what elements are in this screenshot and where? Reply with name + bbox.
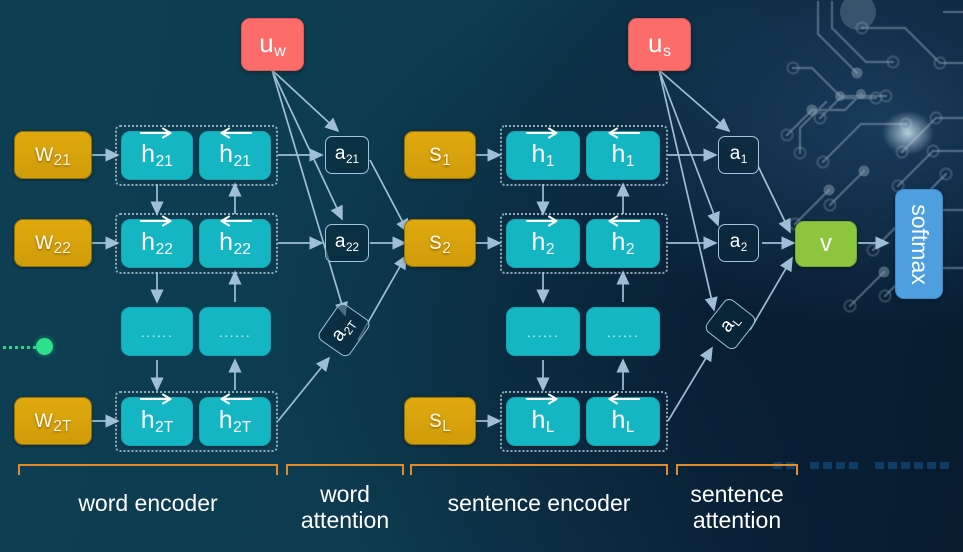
node-label: w2T (34, 405, 72, 436)
node-label: hL (526, 393, 558, 436)
word-attention-a21[interactable]: a21 (325, 136, 369, 174)
ellipsis-label: ...... (140, 323, 174, 340)
word-hidden-fwd-ellipsis: ...... (121, 307, 193, 356)
node-label: h2T (140, 393, 173, 436)
node-label: w21 (35, 139, 71, 170)
word-hidden-fwd-h2T[interactable]: h2T (121, 393, 193, 446)
sentence-input-s2[interactable]: s2 (404, 219, 476, 267)
word-input-w2T[interactable]: w2T (14, 397, 92, 445)
left-arrow-overline-icon (220, 393, 252, 405)
right-arrow-overline-icon (526, 393, 558, 405)
node-label: sL (429, 405, 451, 436)
node-label: a2T (327, 318, 360, 346)
left-arrow-overline-icon (608, 393, 640, 405)
caption-word-attention: word attention (283, 481, 407, 533)
sentence-hidden-bwd-hL[interactable]: hL (586, 393, 660, 446)
node-label: uw (259, 27, 286, 61)
caption-line-2: attention (692, 506, 782, 533)
node-label: us (647, 27, 672, 61)
sentence-hidden-fwd-h2[interactable]: h2 (506, 215, 580, 268)
node-label: h21 (219, 127, 252, 170)
word-hidden-bwd-h2T[interactable]: h2T (199, 393, 271, 446)
caption-word-encoder: word encoder (18, 490, 278, 516)
sentence-hidden-bwd-h2[interactable]: h2 (586, 215, 660, 268)
sentence-hidden-bwd-ellipsis: ...... (586, 307, 660, 356)
bracket-word-attention (286, 464, 404, 475)
node-label: a21 (334, 143, 360, 166)
node-label: aL (715, 315, 745, 337)
node-label: a1 (729, 143, 748, 166)
ellipsis-label: ...... (526, 323, 560, 340)
node-label: hL (608, 393, 640, 436)
sentence-attention-aL[interactable]: aL (702, 296, 759, 352)
softmax-label: softmax (906, 203, 933, 285)
word-attention-a22[interactable]: a22 (325, 224, 369, 262)
node-label: h2 (608, 215, 640, 258)
caption-line-2: attention (300, 506, 390, 533)
bracket-word-encoder (18, 464, 278, 475)
word-hidden-bwd-ellipsis: ...... (199, 307, 271, 356)
sentence-hidden-fwd-h1[interactable]: h1 (506, 127, 580, 180)
sentence-hidden-fwd-hL[interactable]: hL (506, 393, 580, 446)
ellipsis-label: ...... (218, 323, 252, 340)
right-arrow-overline-icon (140, 127, 172, 139)
sentence-input-sL[interactable]: sL (404, 397, 476, 445)
word-hidden-bwd-h22[interactable]: h22 (199, 215, 271, 268)
right-arrow-overline-icon (140, 215, 172, 227)
softmax-output[interactable]: softmax (895, 189, 943, 299)
diagram-canvas: w21 w22 w2T h21 h21 h22 h22 ...... .....… (0, 0, 963, 552)
node-label: s1 (429, 139, 451, 170)
right-arrow-overline-icon (526, 127, 558, 139)
node-label: h22 (219, 215, 252, 258)
left-arrow-overline-icon (608, 127, 640, 139)
word-input-w22[interactable]: w22 (14, 219, 92, 267)
node-label: h1 (526, 127, 558, 170)
node-label: h1 (608, 127, 640, 170)
pointer-trail (0, 346, 36, 349)
bracket-sentence-encoder (410, 464, 668, 475)
left-arrow-overline-icon (220, 215, 252, 227)
right-arrow-overline-icon (526, 215, 558, 227)
word-hidden-fwd-h22[interactable]: h22 (121, 215, 193, 268)
node-label: h22 (140, 215, 173, 258)
word-input-w21[interactable]: w21 (14, 131, 92, 179)
word-hidden-bwd-h21[interactable]: h21 (199, 127, 271, 180)
node-label: a2 (729, 231, 748, 254)
node-label: a22 (334, 231, 360, 254)
word-hidden-fwd-h21[interactable]: h21 (121, 127, 193, 180)
node-label: h2 (526, 215, 558, 258)
caption-sentence-encoder: sentence encoder (410, 490, 668, 516)
word-context-vector-uw[interactable]: uw (241, 18, 304, 71)
word-attention-a2T[interactable]: a2T (315, 301, 373, 359)
document-vector-v[interactable]: v (795, 221, 857, 267)
node-label: h21 (140, 127, 173, 170)
left-arrow-overline-icon (608, 215, 640, 227)
sentence-attention-a1[interactable]: a1 (718, 136, 759, 174)
sentence-hidden-fwd-ellipsis: ...... (506, 307, 580, 356)
ellipsis-label: ...... (606, 323, 640, 340)
sentence-hidden-bwd-h1[interactable]: h1 (586, 127, 660, 180)
caption-line-1: sentence encoder (447, 490, 631, 516)
left-arrow-overline-icon (220, 127, 252, 139)
sentence-input-s1[interactable]: s1 (404, 131, 476, 179)
node-label: w22 (35, 227, 71, 258)
pointer-dot (36, 338, 53, 355)
bracket-sentence-attention (676, 464, 798, 475)
caption-sentence-attention: sentence attention (672, 481, 802, 533)
caption-line-1: sentence (690, 481, 784, 507)
node-label: s2 (429, 227, 451, 258)
right-arrow-overline-icon (140, 393, 172, 405)
sentence-attention-a2[interactable]: a2 (718, 224, 759, 262)
caption-line-1: word (320, 481, 370, 507)
sentence-context-vector-us[interactable]: us (628, 18, 691, 71)
caption-line-1: word encoder (78, 490, 218, 516)
node-label: v (820, 230, 832, 257)
node-label: h2T (219, 393, 252, 436)
